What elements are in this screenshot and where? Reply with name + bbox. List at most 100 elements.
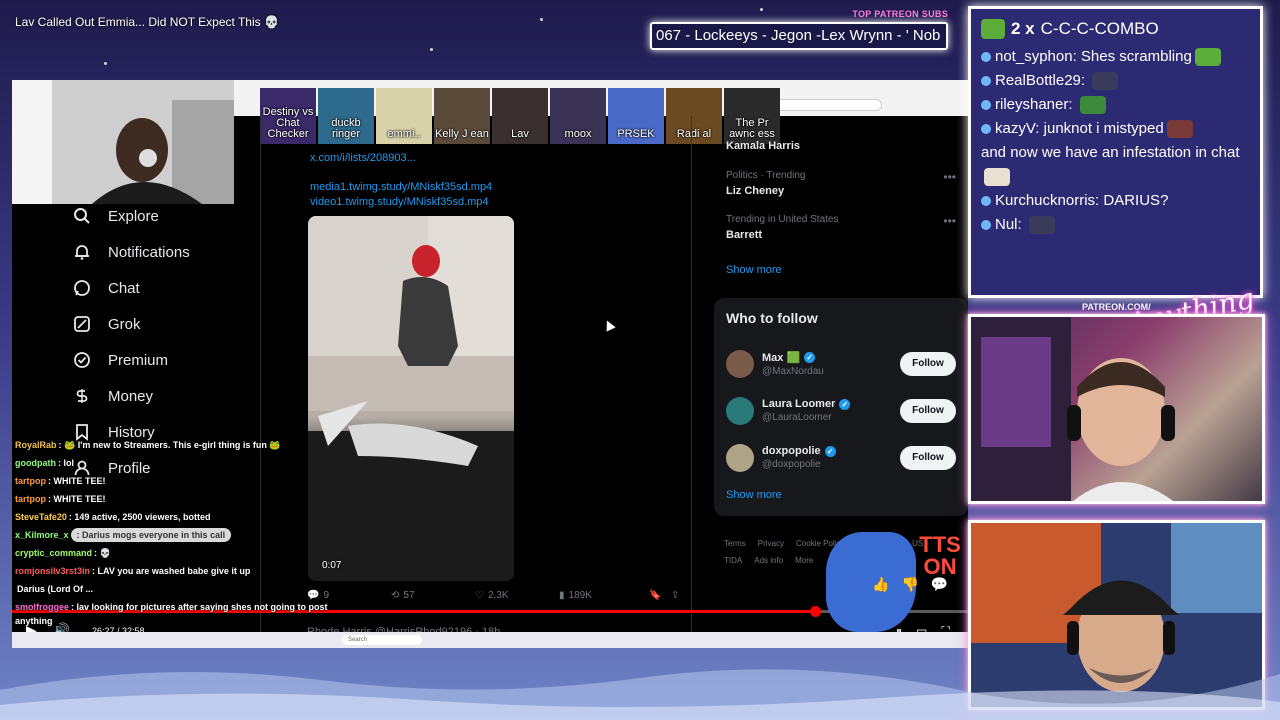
footer-link[interactable]: Terms: [724, 539, 746, 548]
like-count: 2.3K: [487, 590, 509, 601]
streamer-tile: The Pr awnc ess: [724, 88, 780, 144]
thumbs-down-icon[interactable]: 👎: [901, 576, 918, 593]
trend-meta: Politics · Trending: [726, 170, 806, 181]
tts-on-label: TTS ON: [919, 532, 961, 579]
chat-message-text: : 🐸 I'm new to Streamers. This e-girl th…: [58, 440, 281, 450]
video-frame-figure: [308, 216, 514, 581]
chat-emote-icon: [1092, 72, 1119, 91]
chat-continuation-text: anything: [15, 616, 53, 626]
background-wave: [0, 669, 1280, 720]
chat-message-text: : LAV you are washed babe give it up: [92, 566, 251, 576]
search-icon: [72, 206, 92, 226]
media-link-2[interactable]: video1.twimg.study/MNiskf35sd.mp4: [310, 195, 492, 210]
nav-label: Money: [108, 387, 154, 405]
chat-username: not_syphon: [995, 48, 1073, 65]
post-actions: 💬 9 ⟲ 57 ♡ 2.3K ▮ 189K 🔖 ⇪: [307, 590, 687, 601]
follow-suggestion[interactable]: Laura Loomer ✓ @LauraLoomer Follow: [726, 387, 956, 434]
thumbs-up-icon[interactable]: 👍: [872, 576, 889, 593]
media-link-1[interactable]: media1.twimg.study/MNiskf35sd.mp4: [310, 180, 492, 195]
suggestion-handle: @MaxNordau: [762, 365, 824, 377]
chat-emote-icon: [1028, 216, 1055, 235]
video-scrubber-handle[interactable]: [810, 606, 822, 617]
views-button[interactable]: ▮ 189K: [559, 590, 649, 601]
user-badge-icon: [981, 76, 991, 87]
follow-button[interactable]: Follow: [900, 398, 956, 423]
chat-panel-message: kazyV: junknot i mistyped: [981, 117, 1250, 141]
user-badge-icon: [981, 196, 991, 207]
star-decoration: [430, 48, 433, 51]
chat-message-text: : Darius mogs everyone in this call: [70, 528, 232, 542]
chat-message-text: : 💀: [94, 548, 111, 558]
combo-label: C-C-C-COMBO: [1040, 19, 1159, 38]
chat-panel-message: and now we have an infestation in chat: [981, 141, 1250, 189]
trending-show-more[interactable]: Show more: [726, 264, 966, 276]
chat-message-text: Shes scrambling: [1080, 48, 1192, 65]
trend-item[interactable]: Kamala Harris: [726, 140, 966, 170]
like-button[interactable]: ♡ 2.3K: [475, 590, 559, 601]
chat-message-text: : 149 active, 2500 viewers, botted: [68, 512, 211, 522]
stream-chat-message: tartpop: WHITE TEE!: [15, 490, 335, 508]
nav-label: Premium: [108, 351, 169, 369]
follow-show-more[interactable]: Show more: [726, 489, 956, 501]
chat-username: SteveTafe20: [15, 512, 67, 522]
verified-badge-icon: ✓: [824, 445, 836, 457]
chat-emote-icon: [1166, 120, 1193, 139]
suggestion-name: Max 🟩: [762, 351, 801, 364]
bookmark-button[interactable]: 🔖: [649, 590, 671, 601]
nav-money[interactable]: Money: [72, 378, 190, 414]
chat-message-text: : lav looking for pictures after saying …: [71, 602, 328, 612]
more-options-icon[interactable]: •••: [943, 170, 956, 184]
stream-chat-message: x_Kilmore_x: Darius mogs everyone in thi…: [15, 526, 335, 544]
stream-chat-message: Darius (Lord Of ...: [15, 580, 335, 598]
list-link[interactable]: x.com/i/lists/208903...: [310, 151, 492, 166]
heart-icon: ♡: [475, 590, 484, 601]
chat-emote-icon: [984, 168, 1010, 187]
chat-separator: :: [1072, 48, 1081, 65]
chat-emote-icon: [1079, 96, 1106, 115]
share-button[interactable]: ⇪: [671, 590, 679, 601]
follow-suggestion[interactable]: doxpopolie ✓ @doxpopolie Follow: [726, 434, 956, 481]
footer-link[interactable]: Privacy: [758, 539, 784, 548]
trend-name: Liz Cheney: [726, 185, 785, 197]
streamer-tile-label: The Pr awnc ess: [729, 117, 775, 140]
chat-separator: :: [1068, 96, 1077, 113]
chat-username: smolfroggee: [15, 602, 70, 612]
taskbar-search[interactable]: Search: [342, 635, 422, 645]
footer-link[interactable]: More: [795, 556, 813, 565]
chat-message-text: junknot i mistyped: [1043, 120, 1164, 137]
more-options-icon[interactable]: •••: [943, 214, 956, 228]
webcam-feed: [971, 317, 1175, 501]
money-icon: [72, 386, 92, 406]
footer-link[interactable]: Ads info: [754, 556, 783, 565]
nav-chat[interactable]: Chat: [72, 270, 190, 306]
chat-username: Nul: [995, 216, 1018, 233]
user-badge-icon: [981, 124, 991, 135]
webcam-host-1: [968, 314, 1265, 504]
nav-grok[interactable]: Grok: [72, 306, 190, 342]
follow-button[interactable]: Follow: [900, 351, 956, 376]
combo-count: 2 x: [1011, 19, 1035, 38]
nav-premium[interactable]: Premium: [72, 342, 190, 378]
post-video[interactable]: 0:07: [308, 216, 514, 581]
stream-chat-message: goodpath: lol: [15, 454, 335, 472]
comment-icon[interactable]: 💬: [931, 576, 948, 593]
follow-button[interactable]: Follow: [900, 445, 956, 470]
chat-message-text: : lol: [58, 458, 74, 468]
chat-separator: :: [1080, 72, 1090, 89]
combo-banner: 2 x C-C-C-COMBO: [981, 15, 1250, 43]
nav-label: Explore: [108, 207, 159, 225]
chat-panel-message: not_syphon: Shes scrambling: [981, 45, 1250, 69]
nav-notifications[interactable]: Notifications: [72, 234, 190, 270]
trending-panel: Kamala Harris Politics · Trending Liz Ch…: [726, 140, 966, 276]
nav-label: Grok: [108, 315, 141, 333]
chat-username: tartpop: [15, 494, 46, 504]
webcam-feed: [12, 80, 234, 204]
stream-chat-message: RoyalRab: 🐸 I'm new to Streamers. This e…: [15, 436, 335, 454]
trend-item[interactable]: Trending in United States Barrett •••: [726, 214, 966, 258]
follow-suggestion[interactable]: Max 🟩 ✓ @MaxNordau Follow: [726, 340, 956, 387]
chat-username: tartpop: [15, 476, 46, 486]
avatar: [726, 443, 754, 472]
stream-chat-overlay: RoyalRab: 🐸 I'm new to Streamers. This e…: [15, 436, 335, 616]
repost-button[interactable]: ⟲ 57: [391, 590, 475, 601]
trend-item[interactable]: Politics · Trending Liz Cheney •••: [726, 170, 966, 214]
